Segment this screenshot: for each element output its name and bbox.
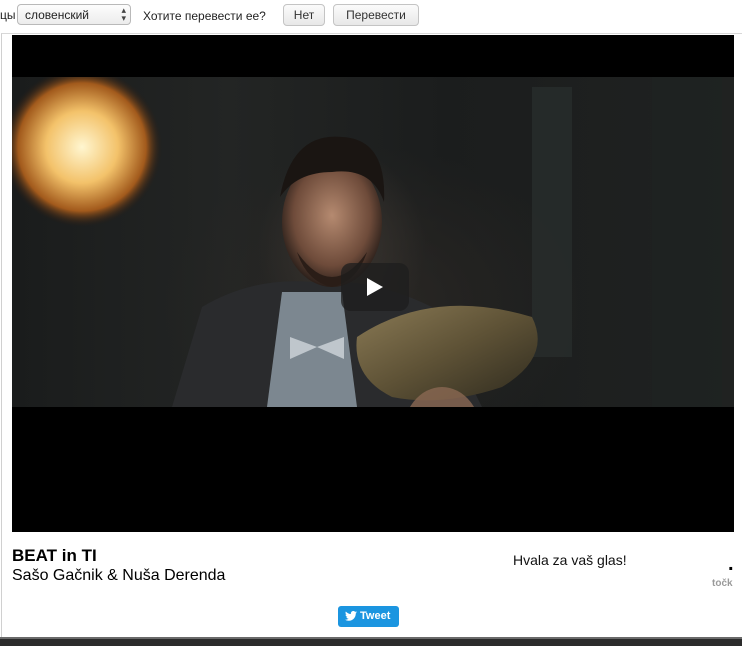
play-icon [367, 278, 383, 296]
song-artist: Sašo Gačnik & Nuša Derenda [12, 567, 226, 584]
translate-bar: цы словенский ▴ ▾ Хотите перевести ее? Не… [0, 0, 742, 32]
translate-button[interactable]: Перевести [333, 4, 419, 26]
language-select-value: словенский [25, 8, 90, 22]
video-player[interactable] [12, 35, 734, 532]
updown-chevron-icon: ▴ ▾ [121, 5, 126, 23]
points-value: . [728, 553, 734, 575]
video-frame-image [12, 77, 734, 407]
play-button[interactable] [341, 263, 409, 311]
tweet-label: Tweet [360, 610, 391, 622]
translate-bar-label: цы [0, 8, 16, 22]
bottom-scrollbar [0, 637, 742, 646]
points-label: točk [712, 578, 733, 589]
translate-question: Хотите перевести ее? [143, 9, 266, 23]
vote-thanks-message: Hvala za vaš glas! [513, 552, 627, 568]
no-button[interactable]: Нет [283, 4, 325, 26]
language-select[interactable]: словенский ▴ ▾ [17, 4, 131, 25]
video-scene-art [12, 77, 722, 407]
song-title: BEAT in TI [12, 546, 97, 565]
tweet-button[interactable]: Tweet [338, 606, 399, 627]
twitter-bird-icon [345, 611, 357, 621]
